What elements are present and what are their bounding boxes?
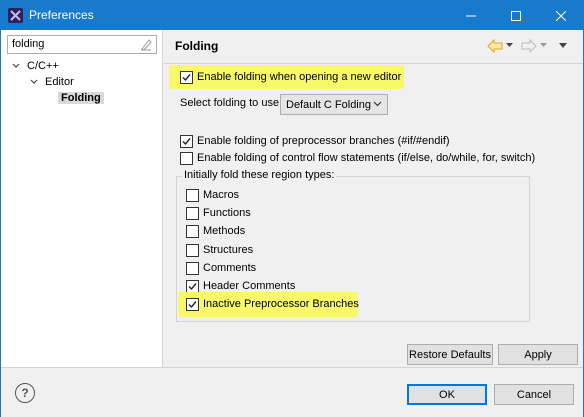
control-flow-option[interactable]: Enable folding of control flow statement…: [180, 150, 535, 166]
region-item-label: Functions: [203, 207, 251, 219]
region-item-comments[interactable]: Comments: [186, 260, 256, 276]
preprocessor-label: Enable folding of preprocessor branches …: [197, 135, 450, 147]
control-flow-label: Enable folding of control flow statement…: [197, 152, 536, 164]
dialog-button-bar: ? OK Cancel: [1, 367, 583, 417]
folding-select[interactable]: Default C Folding: [280, 94, 388, 115]
region-item-label: Inactive Preprocessor Branches: [203, 298, 359, 310]
forward-arrow-icon[interactable]: [521, 39, 537, 53]
tree-item-label: Editor: [45, 76, 74, 88]
tree-item-folding[interactable]: Folding: [58, 90, 104, 106]
region-item-methods[interactable]: Methods: [186, 223, 245, 239]
maximize-button[interactable]: [493, 1, 538, 30]
apply-button[interactable]: Apply: [498, 344, 578, 365]
preference-tree-pane: folding C/C++ Editor Folding: [1, 30, 163, 367]
tree-item-cpp[interactable]: C/C++: [11, 58, 59, 74]
close-icon: [555, 10, 566, 21]
preprocessor-checkbox[interactable]: [180, 134, 193, 148]
window-title: Preferences: [29, 8, 94, 22]
select-folding-label: Select folding to use:: [180, 97, 283, 109]
ok-button[interactable]: OK: [407, 384, 487, 405]
methods-checkbox[interactable]: [186, 224, 199, 238]
eclipse-x-icon: [8, 8, 23, 23]
page-title: Folding: [175, 39, 219, 53]
region-item-inactive-preprocessor[interactable]: Inactive Preprocessor Branches: [186, 296, 359, 312]
chevron-down-icon[interactable]: [29, 77, 39, 87]
region-item-macros[interactable]: Macros: [186, 187, 239, 203]
minimize-icon: [465, 15, 476, 16]
clear-filter-icon[interactable]: [140, 38, 152, 51]
view-menu-icon[interactable]: [559, 43, 567, 48]
filter-input[interactable]: folding: [7, 35, 157, 54]
checkmark-icon: [188, 300, 197, 308]
enable-folding-label: Enable folding when opening a new editor: [197, 71, 402, 83]
initial-fold-group-title: Initially fold these region types:: [182, 169, 337, 181]
region-item-label: Comments: [203, 262, 257, 274]
title-bar[interactable]: Preferences: [1, 1, 583, 30]
region-item-label: Methods: [203, 225, 246, 237]
region-item-functions[interactable]: Functions: [186, 205, 251, 221]
chevron-down-icon[interactable]: [11, 61, 21, 71]
restore-defaults-button[interactable]: Restore Defaults: [407, 344, 493, 365]
comments-checkbox[interactable]: [186, 261, 199, 275]
help-icon[interactable]: ?: [15, 383, 35, 403]
enable-folding-option[interactable]: Enable folding when opening a new editor: [180, 69, 401, 85]
structures-checkbox[interactable]: [186, 243, 199, 257]
functions-checkbox[interactable]: [186, 206, 199, 220]
control-flow-checkbox[interactable]: [180, 151, 193, 165]
checkmark-icon: [182, 73, 191, 81]
region-item-label: Header Comments: [203, 280, 296, 292]
cancel-button[interactable]: Cancel: [494, 384, 574, 405]
region-item-structures[interactable]: Structures: [186, 242, 253, 258]
back-dropdown-icon[interactable]: [506, 43, 513, 48]
macros-checkbox[interactable]: [186, 188, 199, 202]
preprocessor-option[interactable]: Enable folding of preprocessor branches …: [180, 133, 450, 149]
history-navigation: [487, 38, 575, 54]
close-button[interactable]: [538, 1, 583, 30]
tree-item-label: Folding: [58, 92, 104, 104]
title-separator: [164, 63, 583, 64]
folding-select-value: Default C Folding: [286, 98, 371, 111]
checkmark-icon: [188, 282, 197, 290]
filter-text: folding: [12, 38, 45, 50]
inactive-preprocessor-checkbox[interactable]: [186, 297, 199, 311]
region-item-label: Macros: [203, 189, 240, 201]
back-arrow-icon[interactable]: [487, 39, 503, 53]
tree-item-editor[interactable]: Editor: [29, 74, 74, 90]
preference-page: Folding Enable folding when opening a ne…: [164, 30, 583, 367]
forward-dropdown-icon[interactable]: [540, 43, 547, 48]
maximize-icon: [510, 10, 521, 21]
checkmark-icon: [182, 137, 191, 145]
minimize-button[interactable]: [448, 1, 493, 30]
region-item-label: Structures: [203, 244, 254, 256]
tree-item-label: C/C++: [27, 60, 59, 72]
header-comments-checkbox[interactable]: [186, 279, 199, 293]
enable-folding-checkbox[interactable]: [180, 70, 193, 84]
preferences-window: Preferences folding C/C++ Editor Folding…: [0, 0, 584, 417]
chevron-down-icon: [373, 101, 382, 107]
